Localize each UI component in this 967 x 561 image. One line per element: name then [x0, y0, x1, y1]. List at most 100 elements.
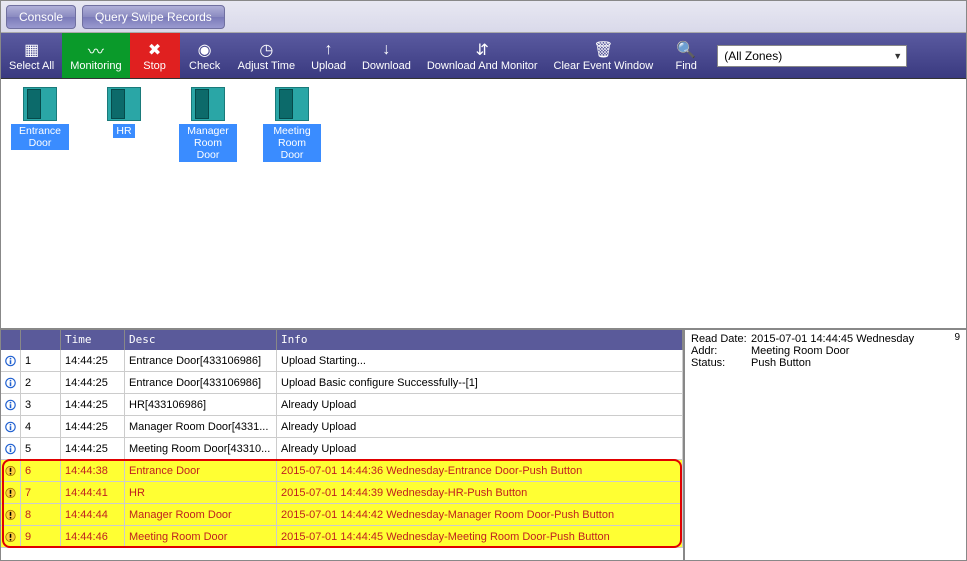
- event-count: 9: [954, 332, 960, 343]
- detail-panel: 9 Read Date: 2015-07-01 14:44:45 Wednesd…: [685, 330, 966, 560]
- upload-label: Upload: [311, 60, 346, 72]
- stop-icon: ✖: [145, 40, 165, 60]
- row-num: 4: [21, 416, 61, 437]
- check-icon: ◉: [195, 40, 215, 60]
- log-row[interactable]: 814:44:44Manager Room Door2015-07-01 14:…: [1, 504, 683, 526]
- door-label: Entrance Door: [11, 124, 69, 150]
- row-num: 2: [21, 372, 61, 393]
- find-button[interactable]: 🔍 Find: [661, 33, 711, 78]
- status-label: Status:: [691, 357, 751, 369]
- clock-icon: ◷: [256, 40, 276, 60]
- row-time: 14:44:41: [61, 482, 125, 503]
- info-icon: [1, 372, 21, 393]
- row-desc: Entrance Door: [125, 460, 277, 481]
- door-label: Meeting Room Door: [263, 124, 321, 162]
- warning-icon: [1, 482, 21, 503]
- toolbar: ▦ Select All 〰 Monitoring ✖ Stop ◉ Check…: [1, 33, 966, 79]
- header-icon: [1, 330, 21, 350]
- row-info: 2015-07-01 14:44:39 Wednesday-HR-Push Bu…: [277, 482, 683, 503]
- log-row[interactable]: 214:44:25Entrance Door[433106986]Upload …: [1, 372, 683, 394]
- adjust-time-label: Adjust Time: [238, 60, 295, 72]
- row-time: 14:44:46: [61, 526, 125, 547]
- row-desc: Entrance Door[433106986]: [125, 350, 277, 371]
- stop-label: Stop: [143, 60, 166, 72]
- info-icon: [1, 350, 21, 371]
- door-icon[interactable]: HR: [95, 87, 153, 138]
- header-desc[interactable]: Desc: [125, 330, 277, 350]
- row-info: Upload Basic configure Successfully--[1]: [277, 372, 683, 393]
- upload-button[interactable]: ↑ Upload: [303, 33, 354, 78]
- door-workspace: Entrance Door HR Manager Room Door Meeting …: [1, 79, 966, 328]
- door-image-icon: [275, 87, 309, 121]
- download-label: Download: [362, 60, 411, 72]
- row-info: 2015-07-01 14:44:42 Wednesday-Manager Ro…: [277, 504, 683, 525]
- warning-icon: [1, 460, 21, 481]
- chevron-down-icon: ▼: [893, 51, 902, 61]
- row-desc: Entrance Door[433106986]: [125, 372, 277, 393]
- log-body[interactable]: 114:44:25Entrance Door[433106986]Upload …: [1, 350, 683, 560]
- door-label: HR: [113, 124, 134, 138]
- log-row[interactable]: 714:44:41HR2015-07-01 14:44:39 Wednesday…: [1, 482, 683, 504]
- log-row[interactable]: 514:44:25Meeting Room Door[43310...Alrea…: [1, 438, 683, 460]
- select-all-icon: ▦: [22, 40, 42, 60]
- row-desc: Manager Room Door: [125, 504, 277, 525]
- row-num: 6: [21, 460, 61, 481]
- door-image-icon: [107, 87, 141, 121]
- download-monitor-icon: ⇵: [472, 40, 492, 60]
- info-icon: [1, 416, 21, 437]
- trash-icon: 🗑: [593, 40, 613, 60]
- row-time: 14:44:25: [61, 372, 125, 393]
- warning-icon: [1, 504, 21, 525]
- log-row[interactable]: 314:44:25HR[433106986]Already Upload: [1, 394, 683, 416]
- download-button[interactable]: ↓ Download: [354, 33, 419, 78]
- door-label: Manager Room Door: [179, 124, 237, 162]
- adjust-time-button[interactable]: ◷ Adjust Time: [230, 33, 303, 78]
- monitoring-icon: 〰: [86, 40, 106, 60]
- console-button[interactable]: Console: [6, 5, 76, 29]
- row-info: Already Upload: [277, 416, 683, 437]
- zone-select[interactable]: (All Zones) ▼: [717, 45, 907, 67]
- info-icon: [1, 438, 21, 459]
- row-num: 8: [21, 504, 61, 525]
- find-label: Find: [676, 60, 697, 72]
- header-num: [21, 330, 61, 350]
- row-time: 14:44:38: [61, 460, 125, 481]
- check-button[interactable]: ◉ Check: [180, 33, 230, 78]
- door-image-icon: [23, 87, 57, 121]
- row-info: 2015-07-01 14:44:45 Wednesday-Meeting Ro…: [277, 526, 683, 547]
- log-row[interactable]: 914:44:46Meeting Room Door2015-07-01 14:…: [1, 526, 683, 548]
- row-info: Upload Starting...: [277, 350, 683, 371]
- row-desc: HR[433106986]: [125, 394, 277, 415]
- warning-icon: [1, 526, 21, 547]
- stop-button[interactable]: ✖ Stop: [130, 33, 180, 78]
- row-time: 14:44:25: [61, 394, 125, 415]
- door-icon[interactable]: Meeting Room Door: [263, 87, 321, 162]
- bottom-split: Time Desc Info 114:44:25Entrance Door[43…: [1, 328, 966, 560]
- header-time[interactable]: Time: [61, 330, 125, 350]
- log-row[interactable]: 414:44:25Manager Room Door[4331...Alread…: [1, 416, 683, 438]
- row-num: 1: [21, 350, 61, 371]
- door-image-icon: [191, 87, 225, 121]
- door-icon[interactable]: Manager Room Door: [179, 87, 237, 162]
- download-icon: ↓: [376, 40, 396, 60]
- log-row[interactable]: 614:44:38Entrance Door2015-07-01 14:44:3…: [1, 460, 683, 482]
- row-num: 9: [21, 526, 61, 547]
- info-icon: [1, 394, 21, 415]
- row-time: 14:44:25: [61, 350, 125, 371]
- row-info: 2015-07-01 14:44:36 Wednesday-Entrance D…: [277, 460, 683, 481]
- row-time: 14:44:25: [61, 416, 125, 437]
- status-value: Push Button: [751, 357, 811, 369]
- clear-event-window-button[interactable]: 🗑 Clear Event Window: [546, 33, 662, 78]
- download-monitor-label: Download And Monitor: [427, 60, 538, 72]
- row-desc: Meeting Room Door[43310...: [125, 438, 277, 459]
- query-swipe-records-button[interactable]: Query Swipe Records: [82, 5, 225, 29]
- row-num: 3: [21, 394, 61, 415]
- log-row[interactable]: 114:44:25Entrance Door[433106986]Upload …: [1, 350, 683, 372]
- download-and-monitor-button[interactable]: ⇵ Download And Monitor: [419, 33, 546, 78]
- upload-icon: ↑: [319, 40, 339, 60]
- read-date-value: 2015-07-01 14:44:45 Wednesday: [751, 333, 914, 345]
- door-icon[interactable]: Entrance Door: [11, 87, 69, 150]
- monitoring-button[interactable]: 〰 Monitoring: [62, 33, 129, 78]
- select-all-button[interactable]: ▦ Select All: [1, 33, 62, 78]
- header-info[interactable]: Info: [277, 330, 683, 350]
